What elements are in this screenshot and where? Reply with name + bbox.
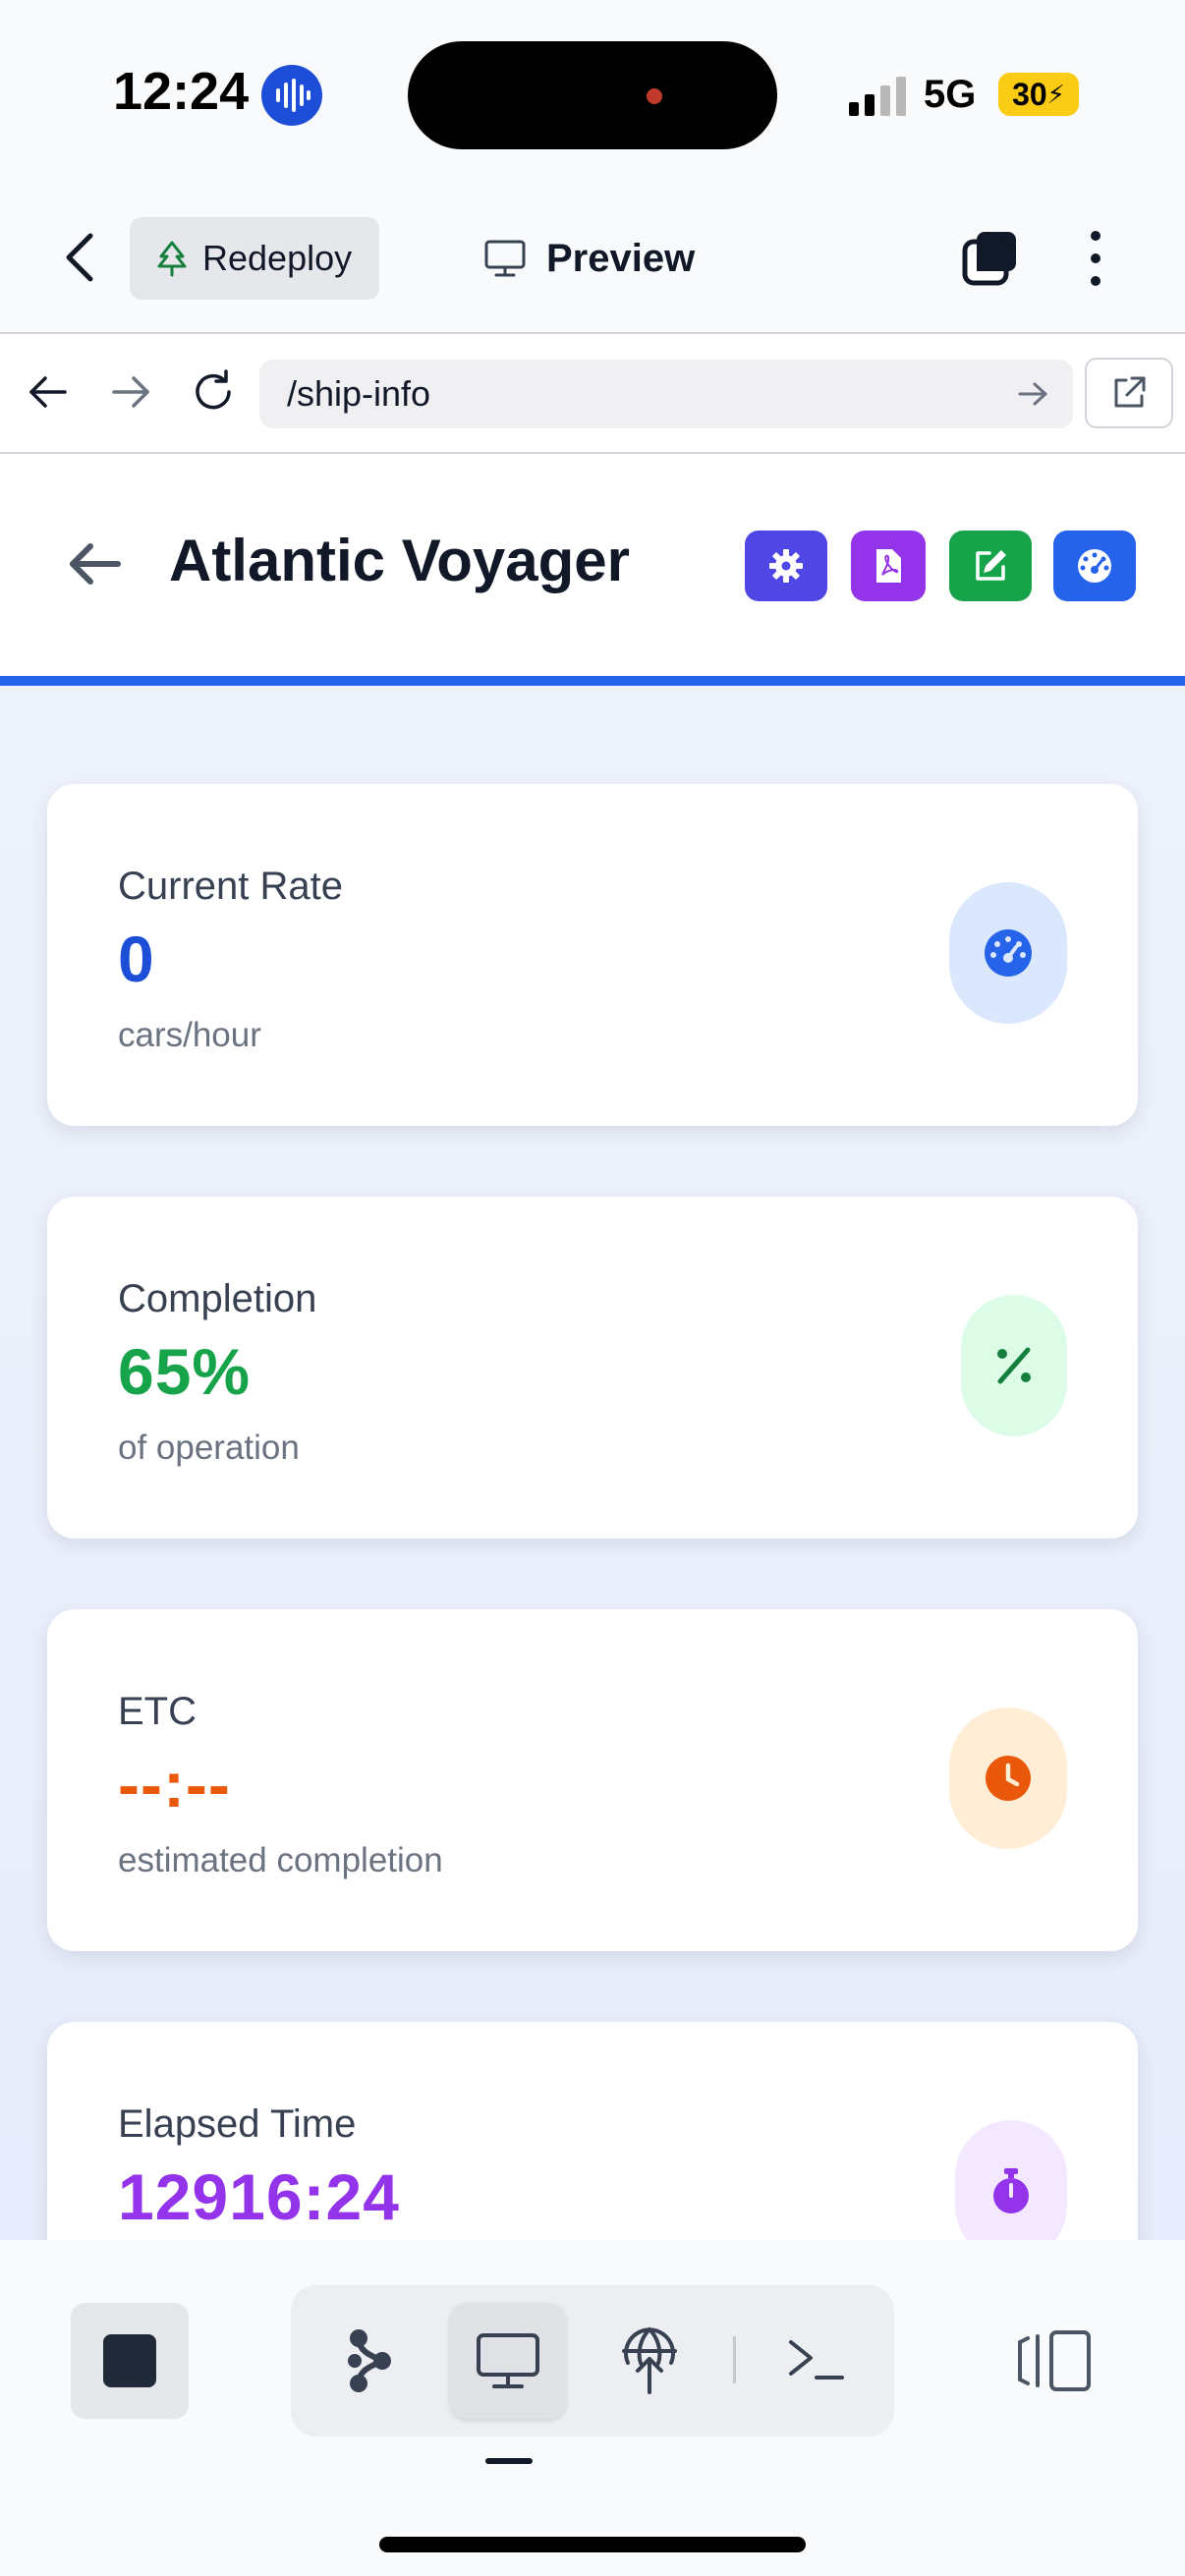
battery-level: 30 bbox=[1012, 76, 1047, 112]
console-view-button[interactable] bbox=[759, 2303, 875, 2419]
recording-indicator bbox=[647, 88, 662, 104]
stat-value: --:-- bbox=[118, 1748, 231, 1820]
stat-subtitle: cars/hour bbox=[118, 1016, 261, 1054]
stat-card-current-rate: Current Rate 0 cars/hour bbox=[47, 784, 1138, 1126]
browser-forward-icon[interactable] bbox=[106, 367, 155, 417]
dashboard-button[interactable] bbox=[1053, 531, 1136, 601]
stop-button[interactable] bbox=[71, 2303, 189, 2419]
export-pdf-button[interactable] bbox=[851, 531, 926, 601]
redeploy-button[interactable]: Redeploy bbox=[130, 217, 379, 300]
status-time: 12:24 bbox=[113, 62, 250, 121]
graph-view-button[interactable] bbox=[309, 2303, 424, 2419]
stat-label: Current Rate bbox=[118, 865, 343, 908]
stat-card-completion: Completion 65% of operation bbox=[47, 1197, 1138, 1539]
stat-icon-badge bbox=[949, 1708, 1067, 1849]
stat-icon-badge bbox=[961, 1295, 1067, 1436]
page-title: Atlantic Voyager bbox=[169, 528, 631, 593]
percent-icon bbox=[997, 1347, 1031, 1384]
url-input[interactable]: /ship-info bbox=[259, 360, 1073, 428]
stat-subtitle: estimated completion bbox=[118, 1841, 443, 1879]
cellular-signal-icon bbox=[849, 77, 906, 116]
dashboard-icon bbox=[1078, 549, 1111, 583]
more-options-icon[interactable] bbox=[1081, 228, 1110, 289]
edit-icon bbox=[976, 550, 1006, 581]
redeploy-label: Redeploy bbox=[202, 238, 353, 278]
open-external-button[interactable] bbox=[1085, 358, 1173, 428]
stat-label: Completion bbox=[118, 1277, 317, 1320]
network-type: 5G bbox=[924, 73, 977, 116]
edit-button[interactable] bbox=[949, 531, 1032, 601]
monitor-icon bbox=[477, 2333, 539, 2388]
stat-subtitle: of operation bbox=[118, 1428, 300, 1467]
preview-view-button[interactable] bbox=[450, 2303, 566, 2419]
monitor-icon bbox=[484, 240, 526, 277]
preview-label: Preview bbox=[546, 236, 696, 280]
browser-back-icon[interactable] bbox=[24, 367, 73, 417]
preview-tab[interactable]: Preview bbox=[483, 222, 695, 295]
stats-content: Current Rate 0 cars/hour Completion 65% … bbox=[0, 686, 1185, 2240]
stat-label: Elapsed Time bbox=[118, 2102, 357, 2146]
home-indicator bbox=[379, 2537, 806, 2552]
settings-button[interactable] bbox=[745, 531, 827, 601]
back-chevron-icon[interactable] bbox=[61, 232, 100, 283]
clock-icon bbox=[986, 1756, 1031, 1801]
terminal-icon bbox=[789, 2340, 844, 2380]
deploy-view-button[interactable] bbox=[592, 2303, 707, 2419]
charging-icon: ⚡ bbox=[1046, 79, 1065, 109]
stop-icon bbox=[103, 2334, 156, 2387]
active-tab-indicator bbox=[485, 2458, 533, 2464]
stat-value: 0 bbox=[118, 923, 155, 995]
reload-icon[interactable] bbox=[189, 367, 238, 417]
stopwatch-icon bbox=[993, 2168, 1029, 2213]
pdf-icon bbox=[876, 549, 901, 583]
stat-label: ETC bbox=[118, 1690, 197, 1733]
stat-value: 12916:24 bbox=[118, 2160, 400, 2233]
nodes-icon bbox=[348, 2329, 391, 2392]
gear-icon bbox=[769, 549, 803, 583]
back-arrow-icon[interactable] bbox=[65, 538, 124, 589]
tabs-icon[interactable] bbox=[961, 228, 1022, 289]
dynamic-island bbox=[408, 41, 777, 149]
split-panel-icon[interactable] bbox=[1014, 2328, 1093, 2393]
globe-upload-icon bbox=[622, 2327, 677, 2394]
audio-activity-icon bbox=[261, 65, 322, 126]
speedometer-icon bbox=[985, 929, 1032, 977]
toolbar-divider bbox=[733, 2336, 736, 2383]
tree-icon bbox=[157, 241, 187, 277]
stat-card-etc: ETC --:-- estimated completion bbox=[47, 1609, 1138, 1951]
stat-icon-badge bbox=[955, 2120, 1067, 2240]
battery-indicator: 30 ⚡ bbox=[998, 73, 1079, 116]
stat-card-elapsed-time: Elapsed Time 12916:24 bbox=[47, 2022, 1138, 2240]
stat-value: 65% bbox=[118, 1335, 252, 1408]
go-arrow-icon[interactable] bbox=[1016, 379, 1049, 409]
external-link-icon bbox=[1114, 376, 1146, 408]
stat-icon-badge bbox=[949, 882, 1067, 1024]
